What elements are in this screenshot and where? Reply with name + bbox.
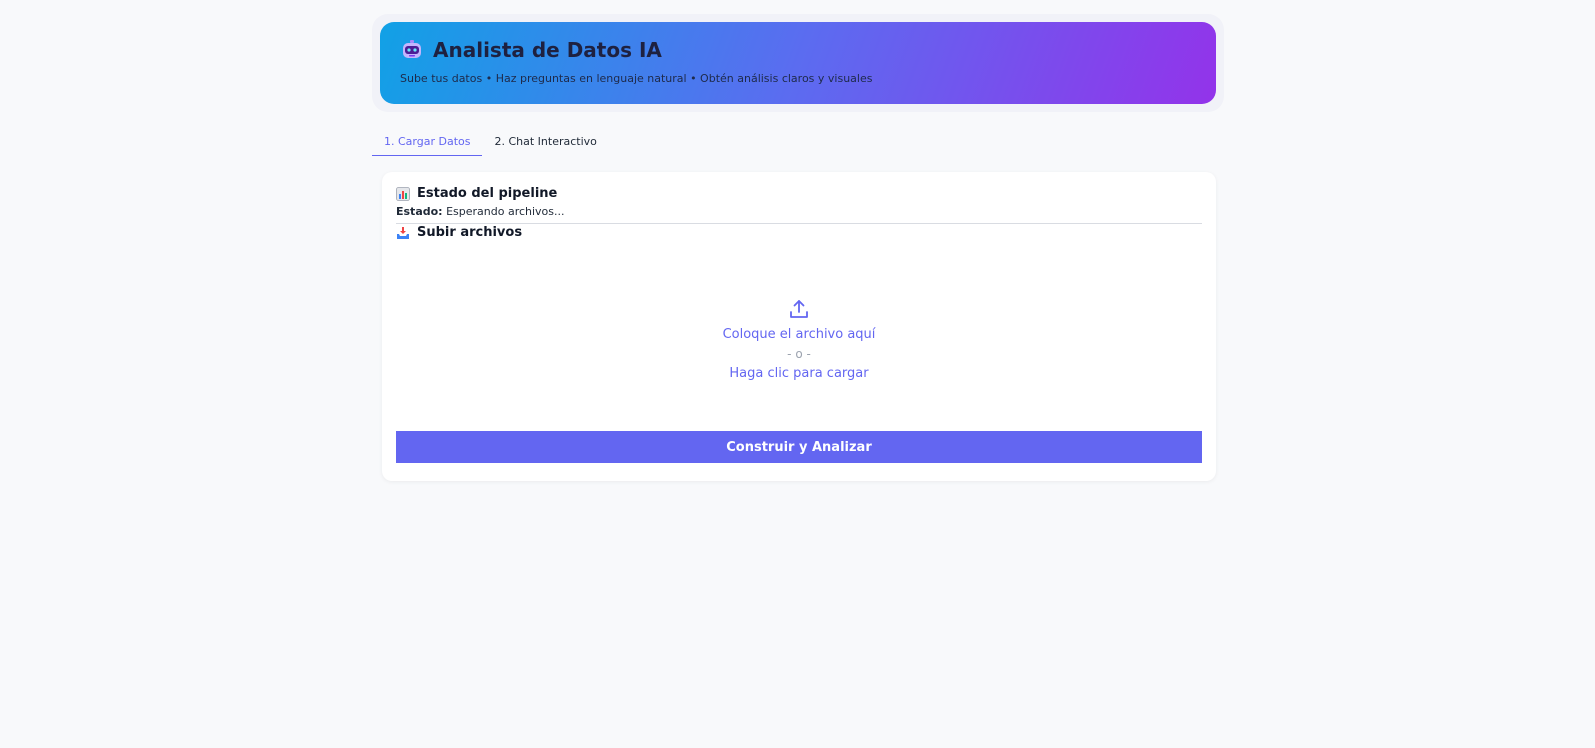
pipeline-section-title: Estado del pipeline	[396, 186, 557, 201]
tab-chat-interactivo[interactable]: 2. Chat Interactivo	[482, 135, 608, 156]
tab-bar: 1. Cargar Datos 2. Chat Interactivo	[372, 126, 1218, 156]
drop-or-text: - o -	[787, 347, 811, 361]
tab-cargar-datos[interactable]: 1. Cargar Datos	[372, 135, 483, 156]
page-title: Analista de Datos IA	[433, 38, 662, 62]
status-label: Estado:	[396, 205, 443, 218]
click-to-upload-text: Haga clic para cargar	[729, 366, 869, 381]
page-subtitle: Sube tus datos • Haz preguntas en lengua…	[400, 72, 873, 85]
bar-chart-icon	[396, 186, 410, 201]
header-banner: Analista de Datos IA Sube tus datos • Ha…	[380, 22, 1216, 104]
upload-icon	[788, 298, 810, 320]
app-container: Analista de Datos IA Sube tus datos • Ha…	[372, 14, 1224, 481]
upload-panel: Estado del pipeline Estado: Esperando ar…	[382, 172, 1216, 481]
pipeline-title: Estado del pipeline	[417, 186, 558, 201]
header-title-row: Analista de Datos IA	[400, 38, 662, 62]
upload-title: Subir archivos	[417, 225, 523, 240]
upload-section-title: Subir archivos	[396, 225, 522, 240]
status-value: Esperando archivos...	[446, 205, 565, 218]
inbox-tray-icon	[396, 226, 410, 240]
drop-file-text: Coloque el archivo aquí	[722, 327, 876, 342]
pipeline-status: Estado: Esperando archivos...	[396, 205, 565, 218]
section-divider	[396, 223, 1202, 224]
build-and-analyze-button[interactable]: Construir y Analizar	[396, 431, 1202, 463]
header-container: Analista de Datos IA Sube tus datos • Ha…	[372, 14, 1224, 112]
robot-icon	[400, 38, 424, 62]
file-dropzone[interactable]: Coloque el archivo aquí - o - Haga clic …	[396, 252, 1202, 412]
